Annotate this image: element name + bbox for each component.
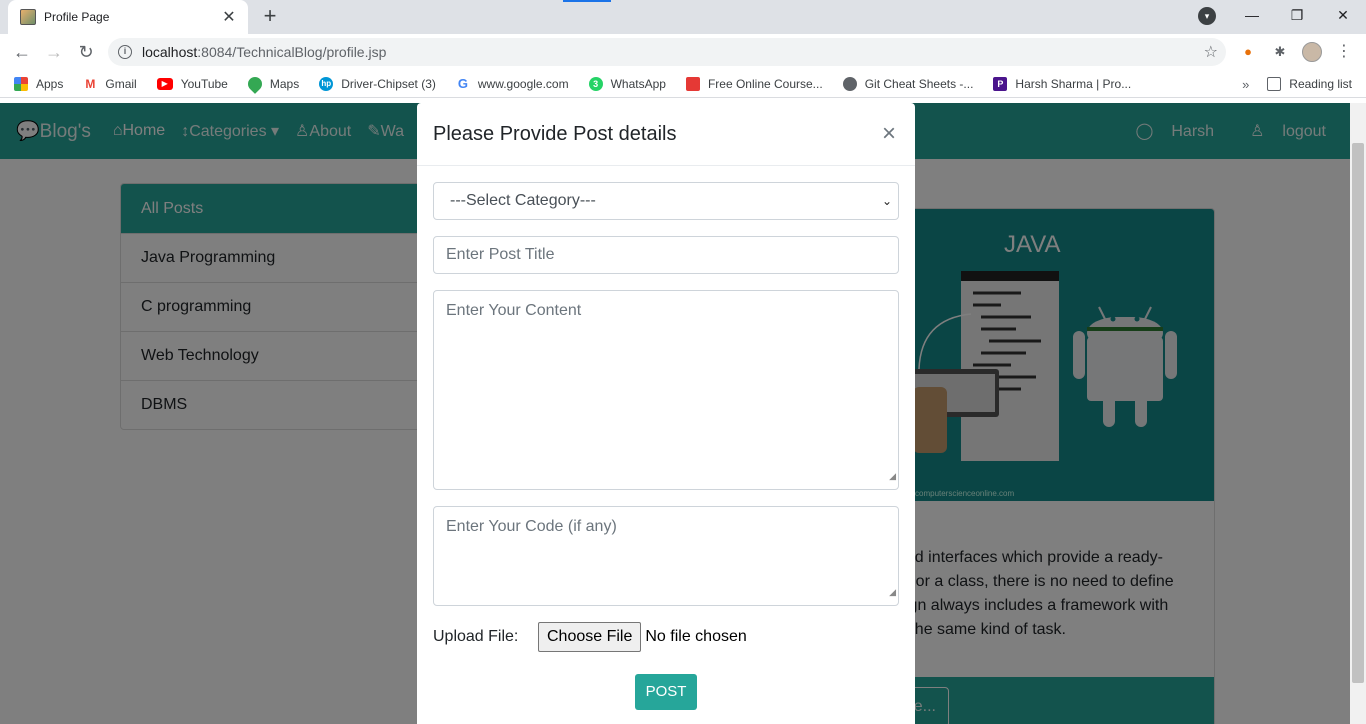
reload-icon[interactable]: ↻ <box>74 40 98 64</box>
bookmark-free-online-course[interactable]: Free Online Course... <box>685 76 823 91</box>
url-path: :8084/TechnicalBlog/profile.jsp <box>197 44 387 60</box>
whatsapp-icon: 3 <box>588 76 603 91</box>
gmail-icon: M <box>85 76 96 91</box>
browser-toolbar: ← → ↻ i localhost:8084/TechnicalBlog/pro… <box>0 34 1366 70</box>
file-upload-row: Upload File: Choose File No file chosen <box>433 622 899 652</box>
reading-list-label: Reading list <box>1289 77 1352 91</box>
scroll-thumb[interactable] <box>1352 143 1364 683</box>
apps-grid-icon <box>14 76 28 91</box>
profile-avatar[interactable] <box>1302 42 1322 62</box>
page-scrollbar[interactable] <box>1350 103 1366 724</box>
resize-grip-icon[interactable]: ◢ <box>889 580 896 604</box>
bookmark-apps[interactable]: Apps <box>14 76 64 91</box>
address-bar[interactable]: i localhost:8084/TechnicalBlog/profile.j… <box>108 38 1226 66</box>
resize-grip-icon[interactable]: ◢ <box>889 464 896 488</box>
post-code-textarea[interactable]: Enter Your Code (if any) ◢ <box>433 506 899 606</box>
google-icon: G <box>457 75 468 91</box>
forward-icon[interactable]: → <box>42 40 66 64</box>
maps-pin-icon <box>244 73 265 94</box>
bookmark-label: Gmail <box>105 76 137 91</box>
menu-kebab-icon[interactable]: ⋮ <box>1334 42 1354 62</box>
bookmark-label: Harsh Sharma | Pro... <box>1015 76 1132 91</box>
modal-body: ---Select Category--- ⌄ Enter Post Title… <box>417 166 915 710</box>
bookmark-maps[interactable]: Maps <box>244 73 300 94</box>
modal-title: Please Provide Post details <box>433 122 677 145</box>
url-text: localhost:8084/TechnicalBlog/profile.jsp <box>142 44 386 60</box>
close-icon[interactable]: × <box>879 120 899 148</box>
bookmark-google[interactable]: Gwww.google.com <box>456 75 569 91</box>
post-button[interactable]: POST <box>635 674 697 710</box>
bookmark-youtube[interactable]: ▶ YouTube <box>156 76 228 91</box>
bookmark-gmail[interactable]: M Gmail <box>83 77 136 91</box>
tab-search-icon[interactable]: ▾ <box>1198 7 1216 25</box>
bookmark-label: Apps <box>36 76 64 91</box>
bookmark-driver-chipset[interactable]: hp Driver-Chipset (3) <box>319 76 436 91</box>
page-viewport: 💬Blog's ⌂Home ↕Categories ▾ ♙About ✎Wa ◯… <box>0 103 1350 724</box>
extensions-puzzle-icon[interactable]: ✱ <box>1270 42 1290 62</box>
bookmark-label: Driver-Chipset (3) <box>341 76 436 91</box>
page-favicon-icon <box>20 9 36 25</box>
category-select-value: ---Select Category--- <box>450 192 596 209</box>
reading-list-button[interactable]: Reading list <box>1267 77 1352 91</box>
category-select[interactable]: ---Select Category--- ⌄ <box>433 182 899 220</box>
content-placeholder: Enter Your Content <box>446 302 582 319</box>
url-host: localhost <box>142 44 198 60</box>
bookmark-label: Free Online Course... <box>707 76 823 91</box>
post-content-textarea[interactable]: Enter Your Content ◢ <box>433 290 899 490</box>
tab-profile-page[interactable]: Profile Page ✕ <box>8 0 248 34</box>
globe-icon <box>842 76 857 91</box>
file-status: No file chosen <box>645 628 747 645</box>
tab-strip-accent <box>563 0 611 2</box>
bookmarks-bar: Apps M Gmail ▶ YouTube Maps hp Driver-Chips… <box>0 70 1366 98</box>
bookmark-harsh-sharma[interactable]: P Harsh Sharma | Pro... <box>993 76 1132 91</box>
bookmark-whatsapp[interactable]: 3 WhatsApp <box>588 76 666 91</box>
bookmark-git-cheat-sheets[interactable]: Git Cheat Sheets -... <box>842 76 974 91</box>
more-bookmarks-icon[interactable]: » <box>1242 77 1249 92</box>
bookmark-label: Git Cheat Sheets -... <box>864 76 974 91</box>
chevron-down-icon: ⌄ <box>881 194 892 208</box>
bookmark-label: YouTube <box>180 76 228 91</box>
bookmark-star-icon[interactable]: ☆ <box>1204 42 1218 62</box>
back-icon[interactable]: ← <box>10 40 34 64</box>
add-post-modal: Please Provide Post details × ---Select … <box>417 103 915 724</box>
restore-button[interactable]: ❐ <box>1274 0 1320 30</box>
profile-site-icon: P <box>993 76 1008 91</box>
code-placeholder: Enter Your Code (if any) <box>446 518 617 535</box>
tab-close-icon[interactable]: ✕ <box>220 7 238 27</box>
new-tab-button[interactable]: + <box>258 4 282 28</box>
modal-header: Please Provide Post details × <box>417 103 915 166</box>
upload-label: Upload File: <box>433 628 519 645</box>
minimize-button[interactable]: — <box>1229 0 1275 30</box>
post-title-input[interactable]: Enter Post Title <box>433 236 899 274</box>
tab-title: Profile Page <box>44 10 110 24</box>
extension-fire-icon[interactable]: ● <box>1238 42 1258 62</box>
close-window-button[interactable]: ✕ <box>1320 0 1366 30</box>
reading-list-icon <box>1267 77 1282 91</box>
bookmark-label: www.google.com <box>477 76 569 91</box>
bookmark-label: WhatsApp <box>610 76 666 91</box>
site-info-icon[interactable]: i <box>118 45 132 59</box>
choose-file-button[interactable]: Choose File <box>538 622 642 652</box>
bookmark-label: Maps <box>269 76 300 91</box>
browser-tab-strip: Profile Page ✕ + ▾ — ❐ ✕ <box>0 0 1366 34</box>
course-site-icon <box>685 76 700 91</box>
youtube-icon: ▶ <box>156 77 173 90</box>
hp-icon: hp <box>319 76 334 91</box>
